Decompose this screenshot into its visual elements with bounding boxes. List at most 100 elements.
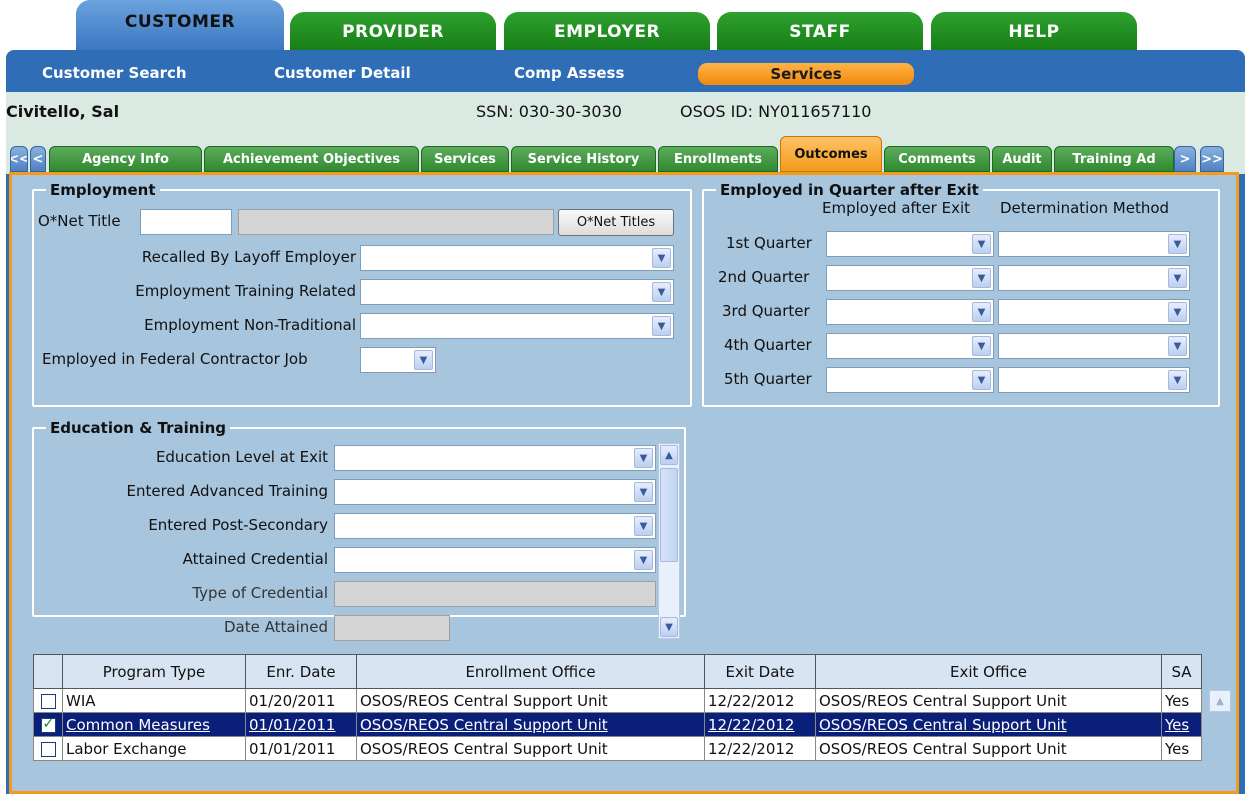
- row-select-cell[interactable]: [33, 736, 63, 761]
- chevron-down-icon: ▼: [972, 268, 991, 288]
- scroll-thumb[interactable]: [660, 468, 678, 562]
- tab-next-button[interactable]: >: [1174, 146, 1196, 172]
- quarter-5-method-select[interactable]: ▼: [998, 367, 1190, 393]
- tab-agency-info[interactable]: Agency Info: [49, 146, 202, 172]
- quarter-2-method-select[interactable]: ▼: [998, 265, 1190, 291]
- quarter-2-employed-select[interactable]: ▼: [826, 265, 994, 291]
- quarter-2-label: 2nd Quarter: [718, 268, 810, 286]
- non-traditional-select[interactable]: ▼: [360, 313, 674, 339]
- tab-services[interactable]: Services: [421, 146, 509, 172]
- federal-contractor-label: Employed in Federal Contractor Job: [42, 350, 308, 368]
- chevron-down-icon: ▼: [634, 448, 653, 468]
- quarter-3-method-select[interactable]: ▼: [998, 299, 1190, 325]
- advanced-training-select[interactable]: ▼: [334, 479, 656, 505]
- sa-cell: Yes: [1161, 688, 1202, 713]
- tab-staff[interactable]: STAFF: [717, 12, 923, 52]
- row-checkbox[interactable]: [40, 693, 56, 709]
- sa-cell: Yes: [1161, 736, 1202, 761]
- exit-date-cell[interactable]: 12/22/2012: [704, 712, 816, 737]
- quarter-4-method-select[interactable]: ▼: [998, 333, 1190, 359]
- chevron-down-icon: ▼: [652, 316, 671, 336]
- program-type-header[interactable]: Program Type: [62, 654, 246, 689]
- chevron-down-icon: ▼: [972, 370, 991, 390]
- type-of-credential-label: Type of Credential: [192, 584, 328, 602]
- quarters-legend: Employed in Quarter after Exit: [716, 181, 983, 199]
- employed-after-exit-header: Employed after Exit: [822, 199, 971, 217]
- date-attained-label: Date Attained: [224, 618, 328, 636]
- tab-customer[interactable]: CUSTOMER: [76, 0, 284, 50]
- sa-header[interactable]: SA: [1161, 654, 1202, 689]
- chevron-down-icon: ▼: [1168, 268, 1187, 288]
- exit-date-cell: 12/22/2012: [704, 688, 816, 713]
- employment-legend: Employment: [46, 181, 160, 199]
- quarter-1-method-select[interactable]: ▼: [998, 231, 1190, 257]
- outcomes-panel: Employment O*Net Title O*Net Titles Reca…: [9, 172, 1239, 794]
- federal-contractor-select[interactable]: ▼: [360, 347, 436, 373]
- enrollment-office-cell[interactable]: OSOS/REOS Central Support Unit: [356, 712, 705, 737]
- chevron-down-icon: ▼: [1168, 336, 1187, 356]
- exit-date-header[interactable]: Exit Date: [704, 654, 816, 689]
- customer-ssn: SSN: 030-30-3030: [476, 102, 622, 121]
- nav-comp-assess[interactable]: Comp Assess: [514, 64, 624, 82]
- training-related-select[interactable]: ▼: [360, 279, 674, 305]
- nav-services[interactable]: Services: [698, 63, 914, 85]
- post-secondary-select[interactable]: ▼: [334, 513, 656, 539]
- tab-employer[interactable]: EMPLOYER: [504, 12, 710, 52]
- quarter-3-label: 3rd Quarter: [722, 302, 810, 320]
- onet-title-label: O*Net Title: [38, 212, 121, 230]
- nav-customer-search[interactable]: Customer Search: [42, 64, 187, 82]
- scroll-up-icon[interactable]: ▲: [660, 445, 678, 465]
- chevron-down-icon: ▼: [634, 550, 653, 570]
- tab-service-history[interactable]: Service History: [511, 146, 656, 172]
- chevron-down-icon: ▼: [414, 350, 433, 370]
- employment-group: Employment O*Net Title O*Net Titles Reca…: [32, 181, 692, 407]
- attained-credential-select[interactable]: ▼: [334, 547, 656, 573]
- education-level-select[interactable]: ▼: [334, 445, 656, 471]
- tab-first-button[interactable]: <<: [10, 146, 28, 172]
- education-scrollbar[interactable]: ▲ ▼: [658, 443, 680, 639]
- table-row-selected[interactable]: Common Measures 01/01/2011 OSOS/REOS Cen…: [33, 712, 1202, 737]
- row-select-cell[interactable]: [33, 712, 63, 737]
- onet-title-description-field: [238, 209, 554, 235]
- sa-cell[interactable]: Yes: [1161, 712, 1202, 737]
- non-traditional-label: Employment Non-Traditional: [144, 316, 356, 334]
- enrollment-office-cell: OSOS/REOS Central Support Unit: [356, 688, 705, 713]
- program-type-cell[interactable]: Common Measures: [62, 712, 246, 737]
- tab-outcomes[interactable]: Outcomes: [780, 136, 882, 172]
- tab-enrollments[interactable]: Enrollments: [658, 146, 778, 172]
- attained-credential-label: Attained Credential: [182, 550, 328, 568]
- table-scroll-up-icon[interactable]: ▲: [1209, 690, 1231, 712]
- quarter-1-employed-select[interactable]: ▼: [826, 231, 994, 257]
- quarters-group: Employed in Quarter after Exit Employed …: [702, 181, 1220, 407]
- onet-title-code-input[interactable]: [140, 209, 232, 235]
- exit-office-header[interactable]: Exit Office: [815, 654, 1162, 689]
- table-row[interactable]: WIA 01/20/2011 OSOS/REOS Central Support…: [33, 688, 1202, 713]
- enr-date-cell[interactable]: 01/01/2011: [245, 712, 357, 737]
- tab-audit[interactable]: Audit: [992, 146, 1052, 172]
- quarter-4-employed-select[interactable]: ▼: [826, 333, 994, 359]
- tab-training-ad[interactable]: Training Ad: [1054, 146, 1174, 172]
- table-row[interactable]: Labor Exchange 01/01/2011 OSOS/REOS Cent…: [33, 736, 1202, 761]
- nav-customer-detail[interactable]: Customer Detail: [274, 64, 411, 82]
- tab-comments[interactable]: Comments: [884, 146, 990, 172]
- quarter-3-employed-select[interactable]: ▼: [826, 299, 994, 325]
- recalled-select[interactable]: ▼: [360, 245, 674, 271]
- enr-date-header[interactable]: Enr. Date: [245, 654, 357, 689]
- row-checkbox[interactable]: [40, 741, 56, 757]
- onet-titles-button[interactable]: O*Net Titles: [558, 209, 674, 236]
- tab-provider[interactable]: PROVIDER: [290, 12, 496, 52]
- row-select-cell[interactable]: [33, 688, 63, 713]
- tab-achievement-objectives[interactable]: Achievement Objectives: [204, 146, 419, 172]
- education-legend: Education & Training: [46, 419, 230, 437]
- exit-office-cell: OSOS/REOS Central Support Unit: [815, 688, 1162, 713]
- chevron-down-icon: ▼: [1168, 370, 1187, 390]
- enrollment-office-cell: OSOS/REOS Central Support Unit: [356, 736, 705, 761]
- tab-prev-button[interactable]: <: [30, 146, 46, 172]
- exit-office-cell[interactable]: OSOS/REOS Central Support Unit: [815, 712, 1162, 737]
- enrollment-office-header[interactable]: Enrollment Office: [356, 654, 705, 689]
- row-checkbox-checked[interactable]: [40, 716, 56, 733]
- quarter-5-employed-select[interactable]: ▼: [826, 367, 994, 393]
- scroll-down-icon[interactable]: ▼: [660, 617, 678, 637]
- tab-help[interactable]: HELP: [931, 12, 1137, 52]
- tab-last-button[interactable]: >>: [1200, 146, 1224, 172]
